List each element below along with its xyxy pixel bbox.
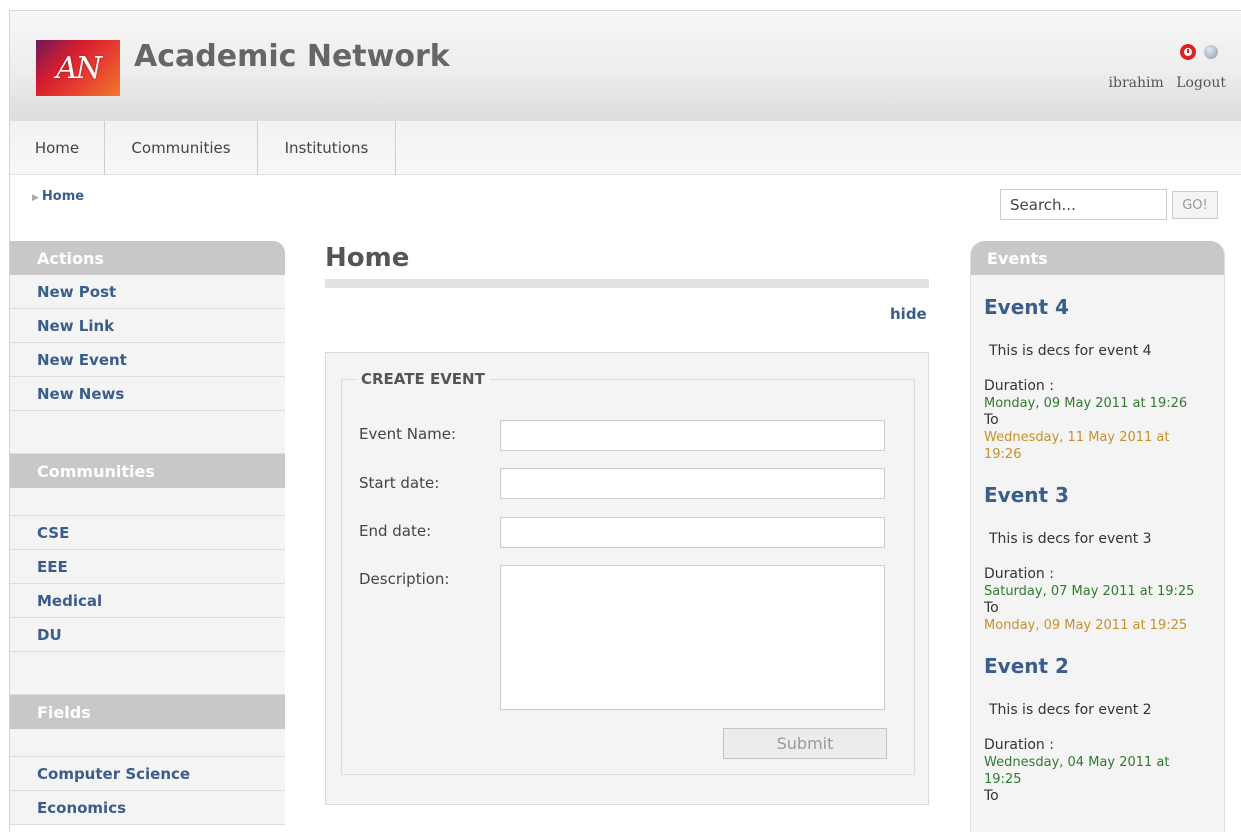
event-item: Event 4 This is decs for event 4 Duratio…: [971, 295, 1224, 463]
action-new-post[interactable]: New Post: [10, 275, 285, 309]
event-description: This is decs for event 2: [989, 702, 1152, 718]
nav-home[interactable]: Home: [10, 121, 105, 175]
end-date-input[interactable]: [500, 517, 885, 548]
create-event-fieldset: CREATE EVENT Event Name: Start date: End…: [341, 370, 915, 775]
header: AN Academic Network ibrahim Logout: [10, 11, 1241, 121]
to-label: To: [984, 412, 999, 428]
field-computer-science[interactable]: Computer Science: [10, 757, 285, 791]
clock-icon[interactable]: [1180, 44, 1196, 60]
site-logo[interactable]: AN: [36, 40, 120, 96]
event-description: This is decs for event 4: [989, 343, 1152, 359]
events-header: Events: [971, 241, 1224, 275]
event-end-date: Monday, 09 May 2011 at 19:25: [984, 618, 1188, 633]
events-panel: Events Event 4 This is decs for event 4 …: [970, 241, 1225, 832]
hide-link[interactable]: hide: [890, 305, 927, 323]
community-cse[interactable]: CSE: [10, 516, 285, 550]
breadcrumb-home[interactable]: Home: [42, 189, 84, 204]
event-name-label: Event Name:: [359, 425, 457, 443]
event-item: Event 2 This is decs for event 2 Duratio…: [971, 654, 1224, 805]
action-new-link[interactable]: New Link: [10, 309, 285, 343]
event-start-date: Monday, 09 May 2011 at 19:26: [984, 396, 1188, 411]
event-end-date: Wednesday, 11 May 2011 at 19:26: [984, 430, 1170, 462]
sidebar-spacer: [10, 729, 285, 757]
communities-header: Communities: [10, 454, 285, 488]
breadcrumb: ▶ Home: [32, 189, 84, 204]
username-link[interactable]: ibrahim: [1109, 75, 1164, 91]
duration-label: Duration :: [984, 566, 1054, 582]
submit-button[interactable]: Submit: [723, 728, 887, 759]
page-title: Home: [325, 243, 410, 273]
page: AN Academic Network ibrahim Logout Home …: [9, 10, 1241, 832]
breadcrumb-arrow-icon: ▶: [32, 193, 39, 203]
logout-link[interactable]: Logout: [1176, 75, 1226, 91]
to-label: To: [984, 788, 999, 804]
globe-icon[interactable]: [1204, 45, 1218, 59]
duration-label: Duration :: [984, 378, 1054, 394]
main-nav: Home Communities Institutions: [10, 121, 1241, 175]
nav-communities[interactable]: Communities: [105, 121, 258, 175]
start-date-input[interactable]: [500, 468, 885, 499]
event-name-input[interactable]: [500, 420, 885, 451]
user-links: ibrahim Logout: [1101, 75, 1226, 91]
fields-header: Fields: [10, 695, 285, 729]
header-icons: [1180, 44, 1218, 60]
create-event-panel: CREATE EVENT Event Name: Start date: End…: [325, 352, 929, 805]
event-title[interactable]: Event 4: [984, 295, 1211, 319]
sidebar-spacer: [10, 411, 285, 454]
field-economics[interactable]: Economics: [10, 791, 285, 825]
community-du[interactable]: DU: [10, 618, 285, 652]
to-label: To: [984, 600, 999, 616]
event-start-date: Wednesday, 04 May 2011 at 19:25: [984, 755, 1170, 787]
duration-label: Duration :: [984, 737, 1054, 753]
nav-institutions[interactable]: Institutions: [258, 121, 396, 175]
title-divider: [325, 279, 929, 288]
event-item: Event 3 This is decs for event 3 Duratio…: [971, 483, 1224, 634]
actions-header: Actions: [10, 241, 285, 275]
form-legend: CREATE EVENT: [356, 370, 490, 388]
event-title[interactable]: Event 3: [984, 483, 1211, 507]
event-title[interactable]: Event 2: [984, 654, 1211, 678]
logo-text: AN: [56, 50, 102, 86]
action-new-news[interactable]: New News: [10, 377, 285, 411]
description-textarea[interactable]: [500, 565, 885, 710]
description-label: Description:: [359, 570, 450, 588]
sidebar-spacer: [10, 652, 285, 695]
left-sidebar: Actions New Post New Link New Event New …: [10, 241, 285, 825]
sidebar-spacer: [10, 488, 285, 516]
event-description: This is decs for event 3: [989, 531, 1152, 547]
action-new-event[interactable]: New Event: [10, 343, 285, 377]
end-date-label: End date:: [359, 522, 432, 540]
event-start-date: Saturday, 07 May 2011 at 19:25: [984, 584, 1195, 599]
community-medical[interactable]: Medical: [10, 584, 285, 618]
start-date-label: Start date:: [359, 474, 440, 492]
search-go-button[interactable]: GO!: [1172, 191, 1218, 219]
site-title: Academic Network: [134, 39, 450, 74]
search-input[interactable]: [1000, 189, 1167, 220]
community-eee[interactable]: EEE: [10, 550, 285, 584]
